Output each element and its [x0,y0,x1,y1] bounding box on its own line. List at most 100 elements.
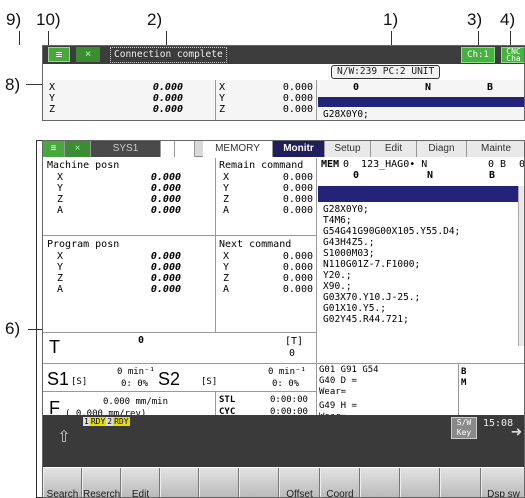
prog-row-o: 0 [353,170,360,181]
tool-label: T [49,337,60,357]
program-y: 0.000 [150,262,181,273]
axis-label: Z [57,273,64,284]
connection-message: Connection complete [110,47,227,63]
stl-value: 0:00:00 [270,395,308,405]
modal-b: B [461,367,467,377]
s1-pct: 0: 0% [121,379,149,389]
top-prog-n: N [425,82,432,93]
close-icon[interactable]: × [76,47,100,62]
tab-edit[interactable]: Edit [371,141,417,157]
axis-label: A [223,284,230,295]
tool-bracket: [T] [285,336,304,347]
tab-diagn[interactable]: Diagn [417,141,467,157]
program-scrollbar[interactable] [518,186,524,346]
s2-unit: [S] [201,377,218,387]
callout-4: 4) [500,10,516,29]
fkey-blank[interactable] [400,468,440,497]
modal-line: Wear= [319,387,347,397]
close-icon[interactable]: × [65,141,91,157]
remain-command-title: Remain command [219,160,304,171]
tool-value: 0 [138,335,145,346]
callout-1: 1) [383,10,399,29]
axis-value: 0.000 [282,93,313,104]
memory-mode: MEMORY [203,141,273,157]
prog-row-n: N [427,170,434,181]
ready-indicators: 1 RDY 2 RDY [83,417,130,427]
machine-y: 0.000 [150,183,181,194]
axis-label: Z [223,194,230,205]
program-x: 0.000 [150,251,181,262]
mode-indicator: MEM [321,159,340,170]
tab-row: ≡ × SYS1 MEMORY Monitr Setup Edit Diagn … [43,141,524,157]
tab-sys1[interactable]: SYS1 [91,141,161,157]
callout-9: 9) [6,10,22,29]
program-b: 0 B [488,159,507,170]
prog-row-b: B [489,170,496,181]
tab-monitr[interactable]: Monitr [273,141,325,157]
sw-key-button[interactable]: S/W Key [451,417,477,439]
callout-8: 8) [5,75,21,94]
menu-icon[interactable]: ≡ [48,47,70,62]
next-x: 0.000 [282,251,313,262]
top-axes-area: X 0.000 Y 0.000 Z 0.000 X 0.000 Y 0.000 … [43,80,524,120]
fkey-blank[interactable] [160,468,199,497]
program-line: Y20.; [323,270,352,281]
next-command-title: Next command [219,239,292,250]
fkey-edit[interactable]: Edit [121,468,160,497]
spindle-s1-label: S1 [47,369,70,389]
program-line: G01X10.Y5.; [323,303,386,314]
rdy2-label: RDY [113,417,130,426]
status-strip: ⇧ 1 RDY 2 RDY S/W Key 15:08 ➜ [43,415,524,467]
channel-button[interactable]: Ch:1 [461,47,495,63]
axis-value: 0.000 [152,104,183,115]
program-line: T4M6; [323,215,352,226]
current-block-bar [318,186,524,202]
axis-value: 0.000 [282,82,313,93]
axis-label: Y [223,262,230,273]
fkey-search[interactable]: Search [43,468,82,497]
network-info: N/W:239 PC:2 UNIT [331,65,441,79]
fkey-blank[interactable] [360,468,400,497]
feed-value: 0.000 mm/min [103,397,169,407]
program-line: G54G41G90G00X105.Y55.D4; [323,226,461,237]
fkey-blank[interactable] [239,468,279,497]
axis-label: Y [57,262,64,273]
program-extra: 0 [519,159,525,170]
main-monitor-panel: ≡ × SYS1 MEMORY Monitr Setup Edit Diagn … [42,140,525,498]
s1-unit: [S] [71,377,88,387]
cnc-change-button[interactable]: CNC Cha [501,47,524,63]
stl-label: STL [219,395,236,405]
clock: 15:08 [483,418,514,429]
fkey-dsp-sw[interactable]: Dsp sw [481,468,524,497]
s1-rpm: 0 min⁻¹ [117,367,155,377]
program-line: S1000M03; [323,248,375,259]
tab-setup[interactable]: Setup [325,141,371,157]
axis-label: A [57,205,64,216]
rdy1-label: RDY [89,417,107,426]
axis-label: X [223,172,230,183]
s2-pct: 0: 0% [272,379,300,389]
fkey-reserch[interactable]: Reserch [82,468,121,497]
modal-line: G01 G91 G54 [319,365,379,375]
s2-rpm: 0 min⁻¹ [268,367,306,377]
callout-6: 6) [5,319,21,338]
top-prog-b: B [487,82,494,93]
axis-label: Z [57,194,64,205]
axis-label: X [57,172,64,183]
axis-label: A [223,205,230,216]
fkey-coord[interactable]: Coord [320,468,360,497]
remain-y: 0.000 [282,183,313,194]
machine-z: 0.000 [150,194,181,205]
fkey-offset[interactable]: Offset [279,468,320,497]
menu-icon[interactable]: ≡ [43,141,65,157]
up-arrow-icon[interactable]: ⇧ [49,423,79,449]
remain-a: 0.000 [282,205,313,216]
machine-a: 0.000 [150,205,181,216]
fkey-blank[interactable] [199,468,239,497]
next-arrow-icon[interactable]: ➜ [511,423,522,443]
fkey-blank[interactable] [440,468,481,497]
axis-label: Z [223,273,230,284]
function-key-bar: Search Reserch Edit Offset Coord Dsp sw [43,468,524,497]
top-prog-line: G28X0Y0; [323,109,369,120]
tab-mainte[interactable]: Mainte [467,141,524,157]
